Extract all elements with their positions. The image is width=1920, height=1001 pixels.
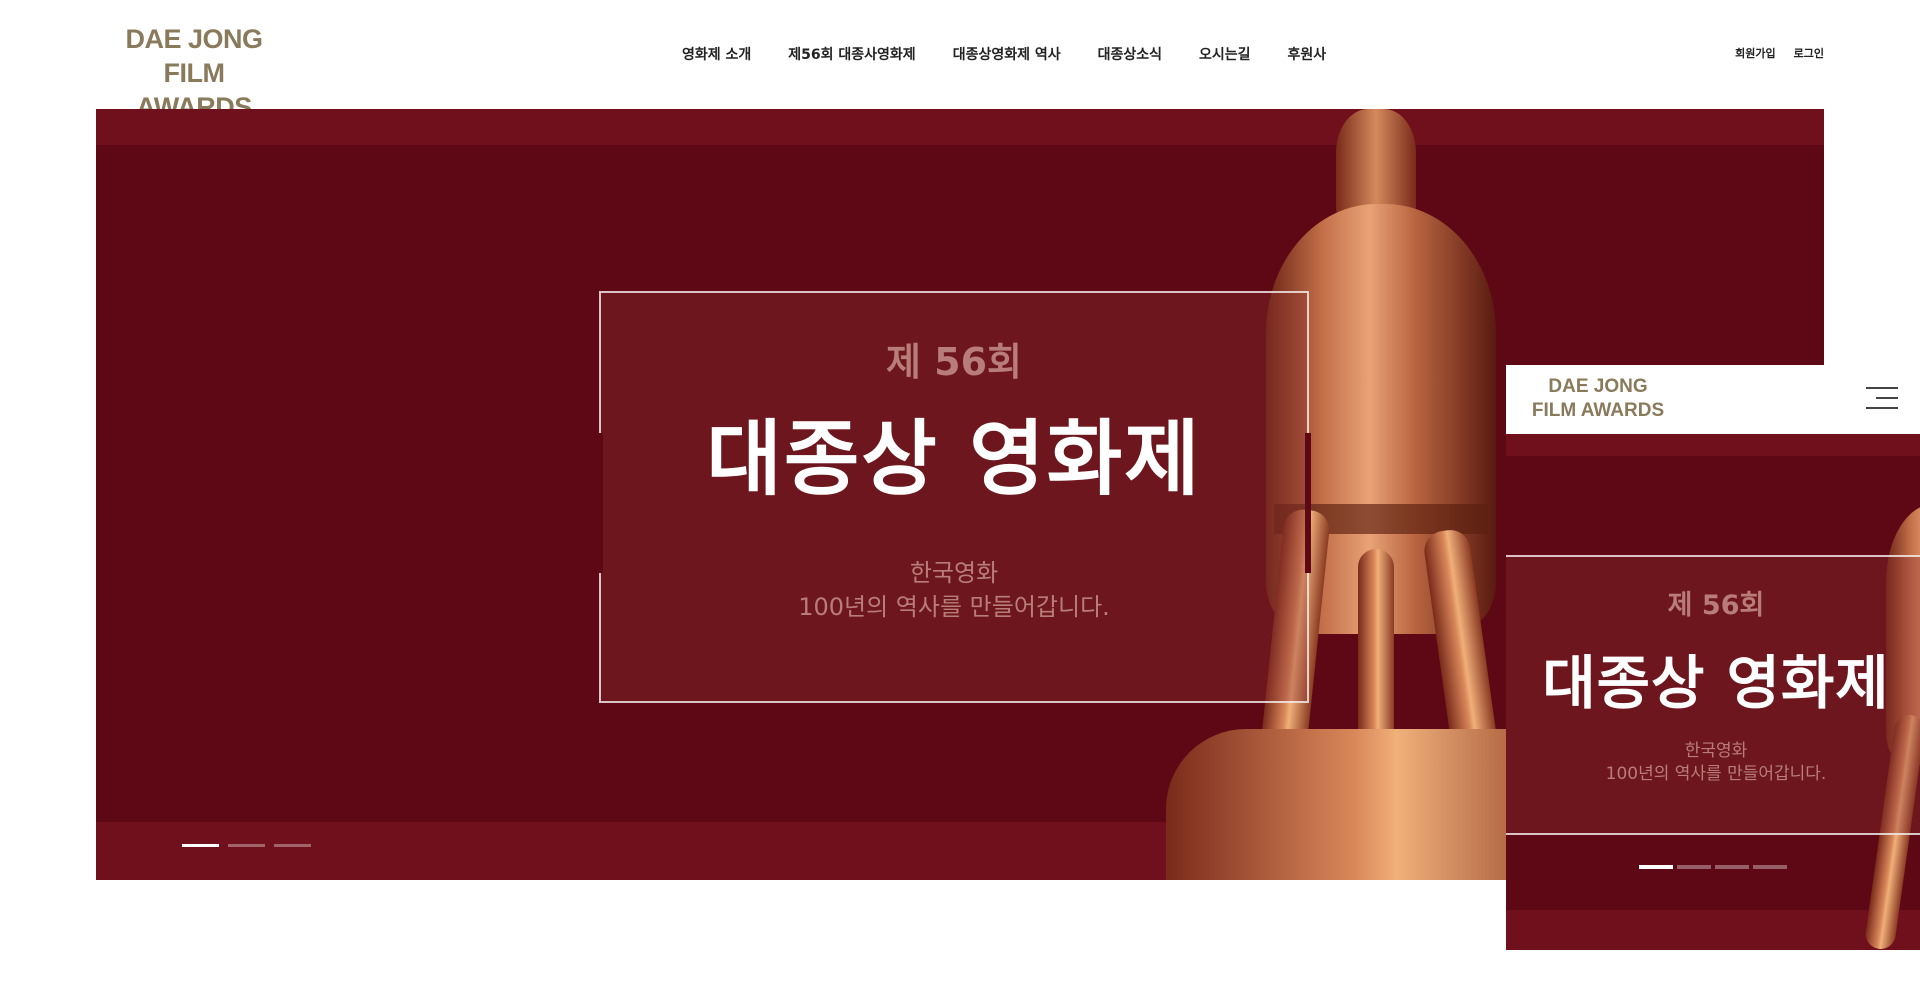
slide-indicator-2[interactable]: [228, 844, 265, 847]
hero-edition: 제 56회: [885, 340, 1023, 384]
mobile-slide-indicator-1[interactable]: [1639, 865, 1673, 869]
hero-headline: 대종상 영화제: [706, 412, 1202, 507]
mobile-slide-indicator-3[interactable]: [1715, 865, 1749, 869]
nav-item-history[interactable]: 대종상영화제 역사: [953, 44, 1061, 66]
nav-item-news[interactable]: 대종상소식: [1098, 44, 1162, 66]
mobile-hero-subtitle-line-1: 한국영화: [1684, 741, 1748, 761]
mobile-hero-banner: 제 56회 대종상 영화제 한국영화 100년의 역사를 만들어갑니다.: [1506, 434, 1920, 950]
nav-item-sponsors[interactable]: 후원사: [1288, 44, 1327, 66]
hero-title-frame: 제 56회 대종상 영화제 한국영화 100년의 역사를 만들어갑니다.: [597, 291, 1311, 703]
hero-subtitle: 한국영화 100년의 역사를 만들어갑니다.: [601, 556, 1307, 624]
mobile-slide-indicator-4[interactable]: [1753, 865, 1787, 869]
mobile-hero-title-frame: 제 56회 대종상 영화제 한국영화 100년의 역사를 만들어갑니다.: [1506, 555, 1920, 835]
mobile-hero-subtitle: 한국영화 100년의 역사를 만들어갑니다.: [1506, 740, 1920, 786]
util-links: 회원가입 로그인: [1735, 45, 1824, 61]
mobile-logo-line-1: DAE JONG: [1548, 376, 1648, 397]
nav-item-directions[interactable]: 오시는길: [1199, 44, 1251, 66]
hero-subtitle-line-2: 100년의 역사를 만들어갑니다.: [798, 593, 1110, 621]
mobile-logo-line-2: FILM AWARDS: [1531, 400, 1665, 421]
mobile-hero-edition: 제 56회: [1667, 590, 1765, 621]
slide-indicator-1[interactable]: [182, 844, 219, 847]
nav-item-56th-festival[interactable]: 제56회 대종사영화제: [788, 44, 915, 66]
login-link[interactable]: 로그인: [1794, 45, 1824, 61]
mobile-hero-top-band: [1506, 434, 1920, 456]
mobile-slide-indicator-2[interactable]: [1677, 865, 1711, 869]
logo-line-1: DAE JONG: [125, 24, 263, 54]
mobile-hero-headline: 대종상 영화제: [1542, 649, 1890, 717]
mobile-logo[interactable]: DAE JONG FILM AWARDS: [1528, 375, 1668, 423]
slide-indicator-3[interactable]: [274, 844, 311, 847]
hero-subtitle-line-1: 한국영화: [909, 559, 999, 587]
signup-link[interactable]: 회원가입: [1735, 45, 1775, 61]
trophy-crown: [1336, 109, 1416, 219]
main-nav: 영화제 소개 제56회 대종사영화제 대종상영화제 역사 대종상소식 오시는길 …: [682, 44, 1326, 66]
mobile-header: DAE JONG FILM AWARDS: [1506, 365, 1920, 434]
mobile-hero-bottom-band: [1506, 910, 1920, 950]
mobile-preview: DAE JONG FILM AWARDS 제 56회 대종상 영화제 한국영화 …: [1506, 365, 1920, 950]
hamburger-menu-icon[interactable]: [1866, 387, 1898, 411]
slide-indicators: [182, 844, 311, 847]
mobile-slide-indicators: [1639, 865, 1787, 869]
mobile-hero-subtitle-line-2: 100년의 역사를 만들어갑니다.: [1605, 764, 1827, 784]
nav-item-festival-intro[interactable]: 영화제 소개: [682, 44, 751, 66]
